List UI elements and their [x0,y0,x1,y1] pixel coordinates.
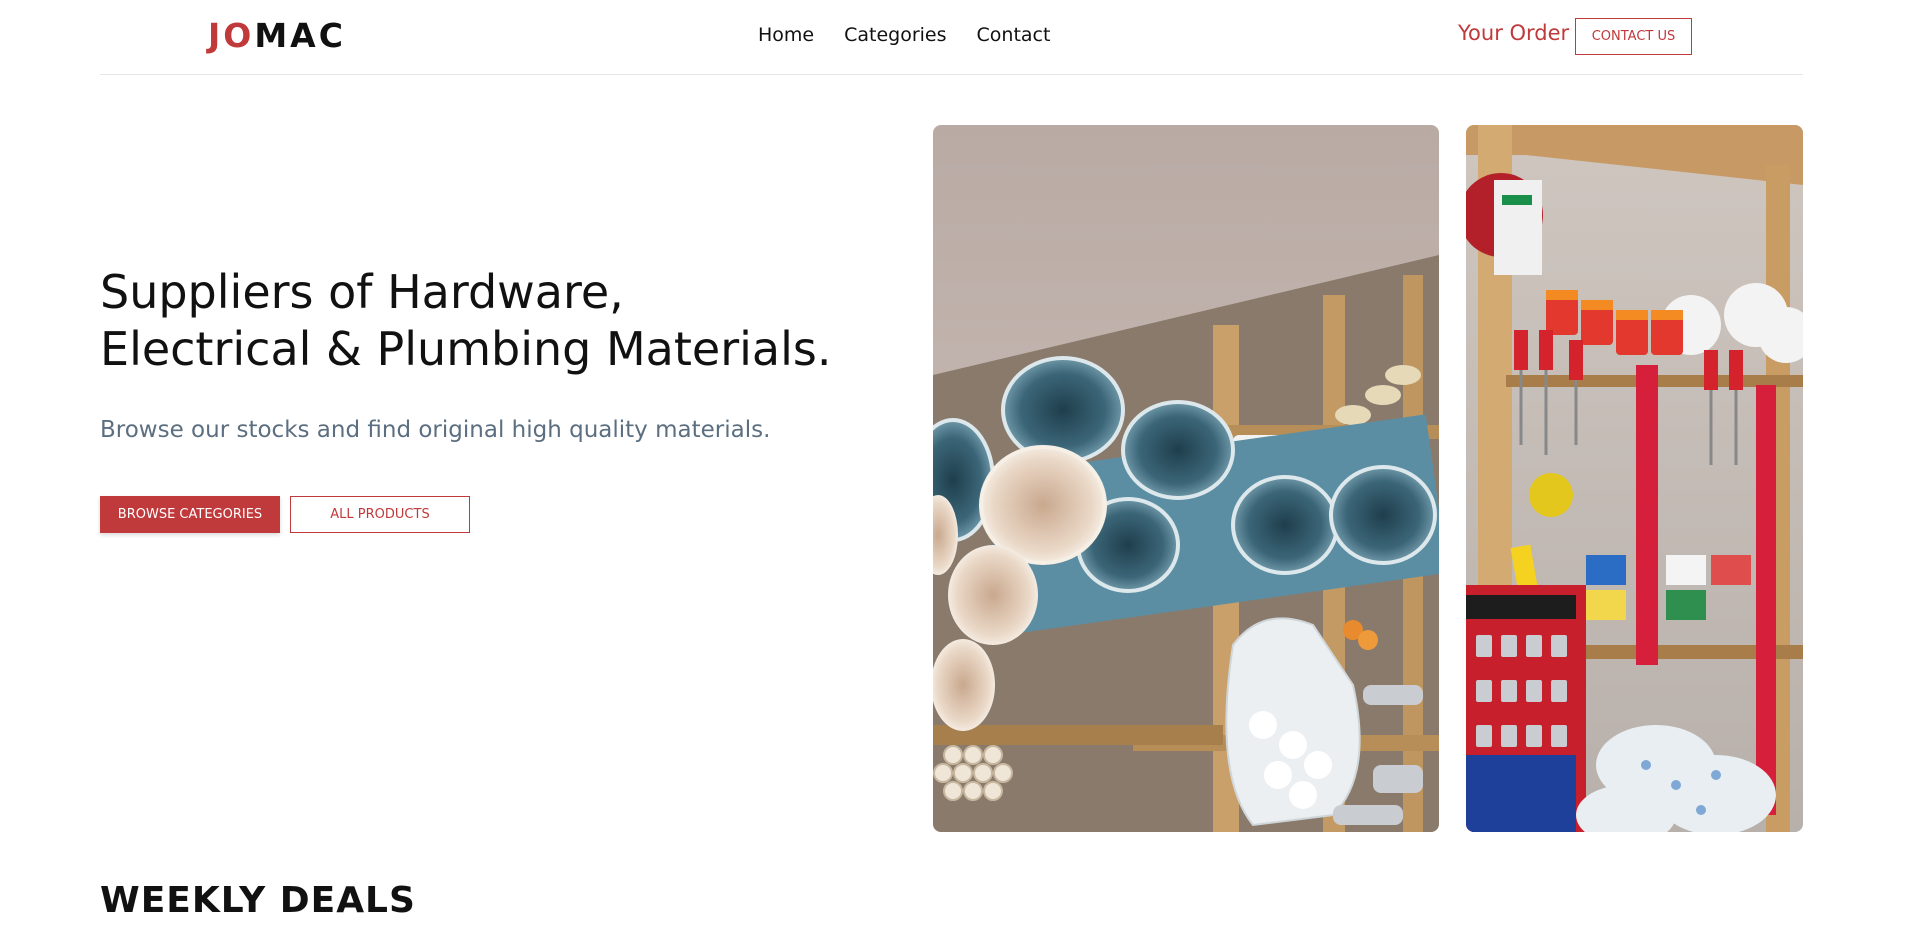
your-order-link[interactable]: Your Order [1458,21,1569,45]
hero-title-line-1: Suppliers of Hardware, [100,265,624,319]
all-products-button[interactable]: ALL PRODUCTS [290,496,470,533]
main-nav: Home Categories Contact [758,24,1050,46]
hero-subtitle: Browse our stocks and find original high… [100,417,771,443]
hero-title-line-2: Electrical & Plumbing Materials. [100,322,832,376]
contact-us-button[interactable]: CONTACT US [1575,18,1692,55]
pipes-shelf-photo [933,125,1439,832]
logo-rest-text: MAC [254,16,346,55]
weekly-deals-heading: WEEKLY DEALS [100,880,416,921]
nav-home[interactable]: Home [758,24,814,46]
pipes-photo-illustration [933,125,1439,832]
site-header: JOMAC Home Categories Contact Your Order… [100,0,1803,75]
brand-logo[interactable]: JOMAC [208,16,346,55]
hardware-photo-illustration [1466,125,1803,832]
nav-categories[interactable]: Categories [844,24,946,46]
browse-categories-button[interactable]: BROWSE CATEGORIES [100,496,280,533]
logo-accent-text: JO [208,16,255,55]
hardware-display-photo [1466,125,1803,832]
hero-title: Suppliers of Hardware, Electrical & Plum… [100,264,860,378]
nav-contact[interactable]: Contact [977,24,1051,46]
